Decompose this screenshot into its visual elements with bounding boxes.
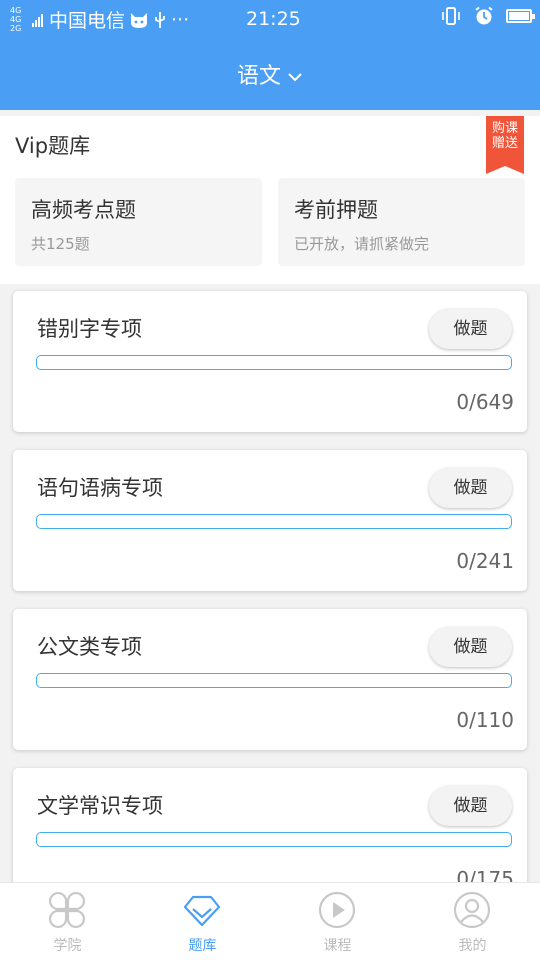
app-header: 4G 4G 2G 中国电信 ··· 21:25 语文 [0, 0, 540, 110]
vip-card-pre-exam[interactable]: 考前押题 已开放，请抓紧做完 [278, 178, 525, 266]
usb-icon [155, 11, 165, 28]
vip-card-title: 高频考点题 [31, 198, 136, 222]
chevron-down-icon [288, 73, 302, 82]
tab-academy[interactable]: 学院 [0, 883, 135, 960]
network-type: 4G 4G 2G [10, 6, 22, 33]
practice-title: 错别字专项 [37, 317, 142, 341]
play-circle-icon [318, 891, 356, 929]
alarm-icon [475, 6, 493, 25]
gift-ribbon-badge: 购课赠送 [486, 116, 524, 166]
tab-courses[interactable]: 课程 [270, 883, 405, 960]
clover-icon [48, 891, 86, 929]
clock: 21:25 [246, 8, 301, 30]
practice-card: 语句语病专项 做题 0/241 [13, 450, 527, 591]
practice-title: 语句语病专项 [37, 476, 163, 500]
subject-selector[interactable]: 语文 [0, 58, 540, 90]
subject-title: 语文 [236, 64, 281, 89]
status-right [440, 6, 535, 26]
vip-section: Vip题库 购课赠送 高频考点题 共125题 考前押题 已开放，请抓紧做完 [0, 116, 540, 284]
practice-title: 公文类专项 [37, 635, 142, 659]
practice-card: 错别字专项 做题 0/649 [13, 291, 527, 432]
do-exercise-button[interactable]: 做题 [429, 627, 512, 667]
tab-label: 学院 [53, 938, 82, 954]
progress-bar [36, 355, 512, 370]
progress-bar [36, 832, 512, 847]
cat-icon [131, 12, 148, 28]
progress-count: 0/649 [456, 390, 514, 414]
battery-icon [506, 9, 535, 23]
user-icon [453, 891, 491, 929]
bottom-tab-bar: 学院 题库 课程 我的 [0, 882, 540, 960]
vip-card-subtitle: 已开放，请抓紧做完 [294, 235, 430, 253]
tab-label: 我的 [458, 938, 487, 954]
progress-bar [36, 514, 512, 529]
do-exercise-button[interactable]: 做题 [429, 786, 512, 826]
tab-mine[interactable]: 我的 [405, 883, 540, 960]
signal-icon [32, 13, 43, 27]
do-exercise-button[interactable]: 做题 [429, 309, 512, 349]
progress-bar [36, 673, 512, 688]
tab-label: 课程 [323, 938, 352, 954]
progress-count: 0/241 [456, 549, 514, 573]
more-notifications-icon: ··· [171, 8, 190, 31]
carrier-name: 中国电信 [49, 10, 126, 32]
vip-card-title: 考前押题 [294, 198, 378, 222]
vip-title: Vip题库 [15, 134, 91, 158]
tab-question-bank[interactable]: 题库 [135, 883, 270, 960]
vip-card-subtitle: 共125题 [31, 235, 90, 253]
practice-title: 文学常识专项 [37, 794, 163, 818]
tab-label: 题库 [188, 938, 217, 954]
ribbon-tail [486, 166, 524, 174]
do-exercise-button[interactable]: 做题 [429, 468, 512, 508]
vibrate-icon [442, 7, 460, 25]
diamond-icon [183, 895, 221, 927]
status-left: 4G 4G 2G 中国电信 ··· [10, 6, 189, 33]
status-bar: 4G 4G 2G 中国电信 ··· 21:25 [0, 0, 540, 38]
practice-card: 公文类专项 做题 0/110 [13, 609, 527, 750]
vip-card-high-frequency[interactable]: 高频考点题 共125题 [15, 178, 262, 266]
progress-count: 0/110 [456, 708, 514, 732]
